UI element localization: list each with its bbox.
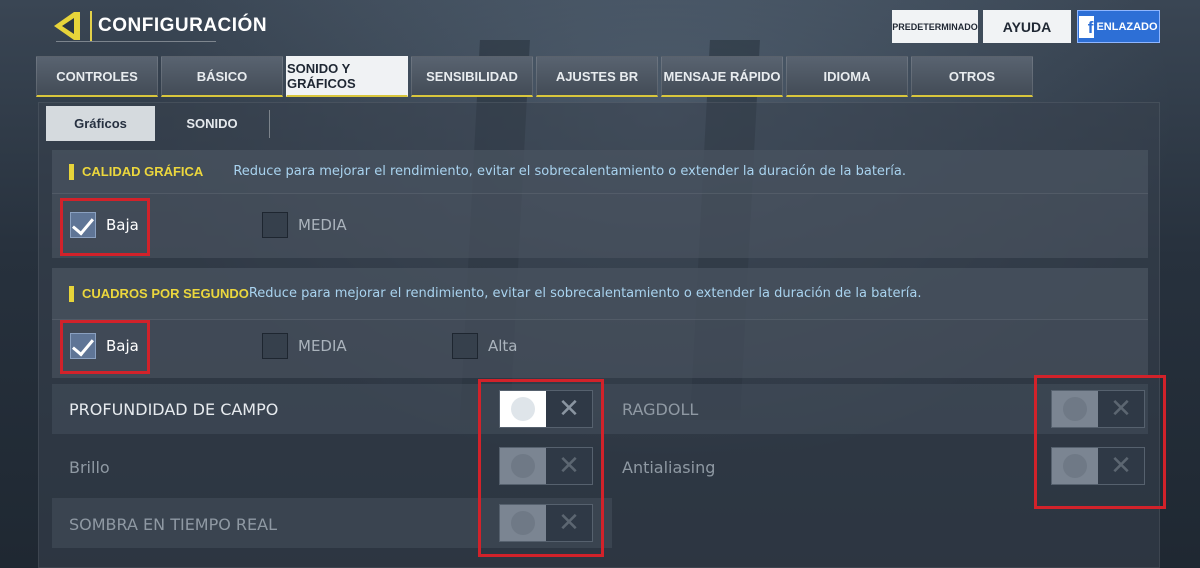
- default-button[interactable]: PREDETERMINADO: [892, 10, 978, 43]
- section-title: CUADROS POR SEGUNDO: [82, 286, 249, 301]
- depth-of-field-toggle[interactable]: ✕: [499, 390, 593, 428]
- quality-option-media[interactable]: MEDIA: [262, 212, 347, 238]
- realtime-shadow-toggle[interactable]: ✕: [499, 504, 593, 542]
- checkbox-checked[interactable]: [70, 333, 96, 359]
- subtabs: Gráficos SONIDO: [46, 106, 270, 141]
- checkbox-unchecked[interactable]: [262, 212, 288, 238]
- section-marker: [69, 163, 74, 180]
- subtab-graficos[interactable]: Gráficos: [46, 106, 155, 141]
- close-icon: ✕: [1110, 451, 1132, 481]
- ragdoll-toggle[interactable]: ✕: [1051, 390, 1145, 428]
- brightness-toggle[interactable]: ✕: [499, 447, 593, 485]
- tab-otros[interactable]: OTROS: [911, 56, 1033, 97]
- close-icon: ✕: [558, 451, 580, 481]
- tab-mensaje-rapido[interactable]: MENSAJE RÁPIDO: [661, 56, 783, 97]
- ragdoll-label: RAGDOLL: [622, 400, 699, 419]
- option-label: Baja: [106, 337, 139, 355]
- main-tabs: CONTROLES BÁSICO SONIDO Y GRÁFICOS SENSI…: [36, 56, 1033, 97]
- tab-idioma[interactable]: IDIOMA: [786, 56, 908, 97]
- toggle-knob: [1052, 448, 1098, 484]
- section-marker: [69, 285, 74, 302]
- checkbox-unchecked[interactable]: [452, 333, 478, 359]
- title-underline: [56, 41, 216, 42]
- close-icon: ✕: [558, 508, 580, 538]
- section-description: Reduce para mejorar el rendimiento, evit…: [233, 164, 906, 179]
- option-label: Baja: [106, 216, 139, 234]
- brightness-label: Brillo: [69, 458, 110, 477]
- tab-sensibilidad[interactable]: SENSIBILIDAD: [411, 56, 533, 97]
- fps-option-media[interactable]: MEDIA: [262, 333, 347, 359]
- graphics-quality-section: CALIDAD GRÁFICA Reduce para mejorar el r…: [52, 150, 1148, 258]
- fps-option-alta[interactable]: Alta: [452, 333, 518, 359]
- toggle-knob: [500, 448, 546, 484]
- tab-basico[interactable]: BÁSICO: [161, 56, 283, 97]
- tab-sonido-graficos[interactable]: SONIDO Y GRÁFICOS: [286, 56, 408, 97]
- close-icon: ✕: [1110, 394, 1132, 424]
- facebook-linked-button[interactable]: f ENLAZADO: [1077, 10, 1160, 43]
- fps-option-baja[interactable]: Baja: [70, 333, 139, 359]
- subtab-sonido[interactable]: SONIDO: [155, 109, 270, 138]
- fps-header: CUADROS POR SEGUNDO Reduce para mejorar …: [52, 268, 1148, 320]
- back-arrow-icon: [52, 9, 86, 43]
- toggle-knob: [500, 505, 546, 541]
- checkbox-checked[interactable]: [70, 212, 96, 238]
- quality-option-baja[interactable]: Baja: [70, 212, 139, 238]
- back-button[interactable]: CONFIGURACIÓN: [52, 8, 267, 44]
- fps-section: CUADROS POR SEGUNDO Reduce para mejorar …: [52, 268, 1148, 378]
- option-label: MEDIA: [298, 216, 347, 234]
- graphics-quality-header: CALIDAD GRÁFICA Reduce para mejorar el r…: [52, 150, 1148, 194]
- section-description: Reduce para mejorar el rendimiento, evit…: [248, 286, 922, 301]
- fps-options: Baja MEDIA Alta: [52, 320, 1148, 378]
- antialiasing-label: Antialiasing: [622, 458, 716, 477]
- close-icon: ✕: [558, 394, 580, 424]
- toggle-knob: [500, 391, 546, 427]
- option-label: Alta: [488, 337, 518, 355]
- tab-controles[interactable]: CONTROLES: [36, 56, 158, 97]
- tab-ajustes-br[interactable]: AJUSTES BR: [536, 56, 658, 97]
- facebook-icon: f: [1079, 15, 1095, 38]
- help-button[interactable]: AYUDA: [983, 10, 1071, 43]
- graphics-quality-options: Baja MEDIA: [52, 194, 1148, 258]
- depth-of-field-label: PROFUNDIDAD DE CAMPO: [69, 400, 279, 419]
- toggle-knob: [1052, 391, 1098, 427]
- page-title: CONFIGURACIÓN: [90, 11, 267, 41]
- realtime-shadow-label: SOMBRA EN TIEMPO REAL: [69, 515, 278, 534]
- checkbox-unchecked[interactable]: [262, 333, 288, 359]
- antialiasing-toggle[interactable]: ✕: [1051, 447, 1145, 485]
- option-label: MEDIA: [298, 337, 347, 355]
- facebook-linked-label: ENLAZADO: [1096, 20, 1158, 33]
- section-title: CALIDAD GRÁFICA: [82, 164, 204, 179]
